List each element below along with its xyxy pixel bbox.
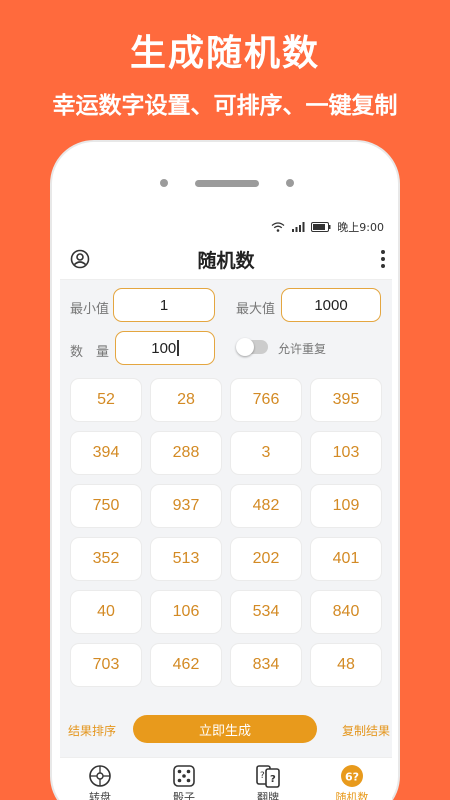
- app-bar: 随机数: [60, 238, 392, 280]
- result-cell: 106: [150, 590, 222, 634]
- more-vert-icon[interactable]: [376, 247, 390, 271]
- count-label: 数 量: [70, 345, 110, 360]
- generate-button[interactable]: 立即生成: [133, 715, 317, 743]
- tab-random-number[interactable]: 6? 随机数: [322, 764, 382, 800]
- min-value-field[interactable]: 1: [113, 288, 215, 322]
- card-flip-icon: ? ?: [256, 765, 280, 788]
- count-value: 100: [151, 339, 177, 357]
- min-value: 1: [159, 296, 169, 314]
- promo-subtitle: 幸运数字设置、可排序、一键复制: [52, 93, 398, 119]
- front-camera-icon: [160, 179, 168, 187]
- tab-label: 骰子: [173, 791, 195, 800]
- battery-icon: [311, 222, 331, 232]
- dice-icon: [173, 765, 195, 787]
- result-cell: 840: [310, 590, 382, 634]
- tab-card-flip[interactable]: ? ? 翻牌: [238, 764, 298, 800]
- result-cell: 48: [310, 643, 382, 687]
- max-label: 最大值: [236, 302, 276, 317]
- copy-results-button[interactable]: 复制结果: [342, 722, 390, 739]
- result-cell: 834: [230, 643, 302, 687]
- count-field[interactable]: 100: [115, 331, 215, 365]
- promo-title: 生成随机数: [129, 33, 320, 74]
- result-cell: 937: [150, 484, 222, 528]
- random-number-icon: 6?: [341, 765, 363, 787]
- app-screen: 晚上9:00 随机数 最小值 1 最大值 1000 数 量 100 允许重复 5…: [60, 216, 392, 800]
- wifi-icon: [271, 222, 285, 232]
- max-value: 1000: [314, 296, 348, 314]
- tab-wheel[interactable]: 转盘: [70, 764, 130, 800]
- result-cell: 288: [150, 431, 222, 475]
- result-cell: 401: [310, 537, 382, 581]
- result-cell: 202: [230, 537, 302, 581]
- result-cell: 352: [70, 537, 142, 581]
- result-cell: 40: [70, 590, 142, 634]
- sensor-icon: [286, 179, 294, 187]
- result-cell: 703: [70, 643, 142, 687]
- result-cell: 750: [70, 484, 142, 528]
- min-label: 最小值: [70, 302, 110, 317]
- allow-repeat-label: 允许重复: [278, 342, 327, 356]
- page-title: 随机数: [197, 250, 255, 272]
- tab-label: 随机数: [335, 791, 369, 800]
- result-cell: 513: [150, 537, 222, 581]
- speaker-grille: [195, 180, 259, 187]
- result-cell: 52: [70, 378, 142, 422]
- wheel-icon: [89, 765, 111, 787]
- result-cell: 482: [230, 484, 302, 528]
- phone-frame: 晚上9:00 随机数 最小值 1 最大值 1000 数 量 100 允许重复 5…: [50, 140, 400, 800]
- svg-text:?: ?: [260, 771, 265, 781]
- tab-label: 翻牌: [257, 791, 279, 800]
- result-cell: 103: [310, 431, 382, 475]
- result-cell: 534: [230, 590, 302, 634]
- max-value-field[interactable]: 1000: [281, 288, 381, 322]
- tab-label: 转盘: [89, 791, 111, 800]
- result-cell: 109: [310, 484, 382, 528]
- result-cell: 462: [150, 643, 222, 687]
- text-cursor: [177, 340, 179, 356]
- results-grid: 52 28 766 395 394 288 3 103 750 937 482 …: [70, 378, 382, 687]
- signal-icon: [292, 222, 305, 232]
- sort-results-button[interactable]: 结果排序: [68, 722, 116, 739]
- svg-text:?: ?: [270, 774, 276, 785]
- result-cell: 28: [150, 378, 222, 422]
- bottom-tab-bar: 转盘 骰子 ? ? 翻牌 6? 随机数: [60, 757, 392, 800]
- result-cell: 395: [310, 378, 382, 422]
- status-time: 晚上9:00: [337, 221, 384, 234]
- toggle-knob: [236, 338, 254, 356]
- status-bar: 晚上9:00: [60, 216, 392, 238]
- result-cell: 766: [230, 378, 302, 422]
- tab-dice[interactable]: 骰子: [154, 764, 214, 800]
- result-cell: 3: [230, 431, 302, 475]
- result-cell: 394: [70, 431, 142, 475]
- allow-repeat-toggle[interactable]: [236, 338, 268, 356]
- svg-text:6?: 6?: [345, 771, 359, 784]
